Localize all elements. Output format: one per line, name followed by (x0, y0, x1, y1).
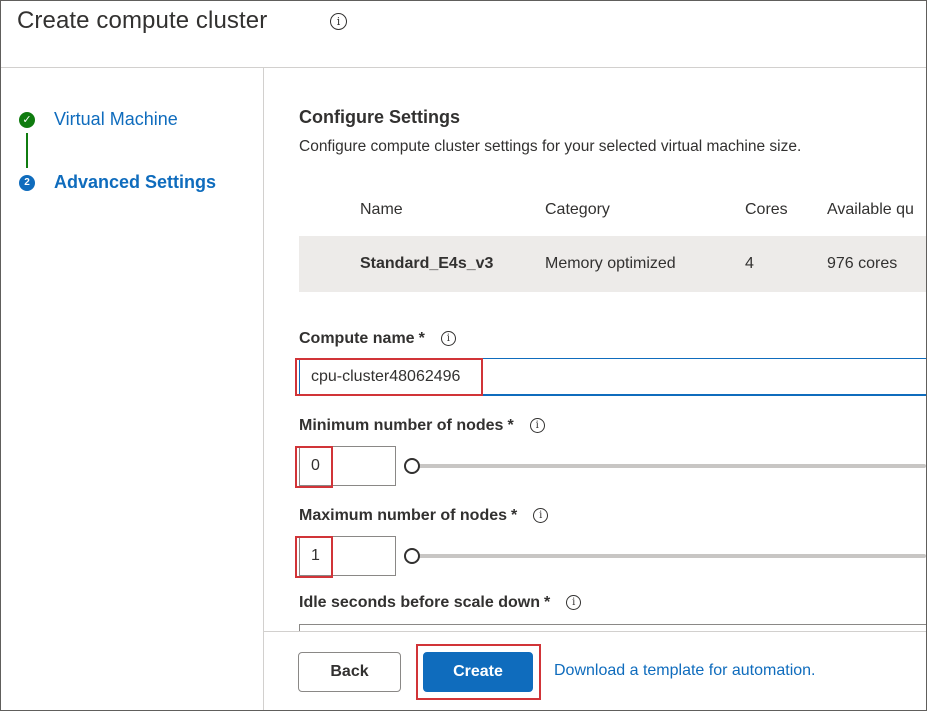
slider-track[interactable] (414, 554, 926, 558)
dialog-frame: Create compute cluster i ✓ Virtual Machi… (0, 0, 927, 711)
back-button[interactable]: Back (298, 652, 401, 692)
field-label-text: Compute name (299, 330, 415, 347)
download-template-link[interactable]: Download a template for automation. (554, 662, 815, 680)
step-label: Advanced Settings (54, 172, 217, 192)
step-number-icon: 2 (19, 174, 35, 191)
compute-name-label: Compute name * i (299, 330, 456, 348)
required-mark: * (418, 330, 425, 347)
section-title: Configure Settings (299, 107, 460, 127)
column-header-cores: Cores (745, 201, 788, 218)
info-icon[interactable]: i (529, 418, 545, 434)
dialog-header: Create compute cluster i (1, 1, 926, 68)
field-label-text: Idle seconds before scale down (299, 594, 540, 611)
vm-size-table: Name Category Cores Available qu Standar… (299, 188, 926, 292)
max-nodes-input[interactable] (299, 536, 396, 576)
info-icon[interactable]: i (533, 508, 549, 524)
table-header-row: Name Category Cores Available qu (299, 188, 926, 232)
table-row[interactable]: Standard_E4s_v3 Memory optimized 4 976 c… (299, 236, 926, 292)
column-header-available-quota: Available qu (827, 201, 914, 218)
cell-vm-cores: 4 (745, 255, 754, 272)
cell-vm-category: Memory optimized (545, 255, 676, 272)
cell-vm-name: Standard_E4s_v3 (360, 255, 494, 272)
slider-track[interactable] (414, 464, 926, 468)
page-title: Create compute cluster (17, 7, 268, 34)
info-icon[interactable]: i (440, 331, 456, 347)
column-header-name: Name (360, 201, 403, 218)
info-icon[interactable]: i (566, 595, 582, 611)
dialog-footer: Back Create Download a template for auto… (264, 631, 926, 710)
slider-thumb[interactable] (404, 548, 420, 564)
required-mark: * (543, 594, 551, 611)
required-mark: * (511, 507, 518, 524)
cell-vm-available-quota: 976 cores (827, 255, 898, 272)
min-nodes-slider[interactable] (404, 456, 926, 476)
min-nodes-label: Minimum number of nodes * i (299, 417, 545, 435)
check-circle-icon: ✓ (19, 111, 35, 128)
step-label: Virtual Machine (54, 109, 178, 129)
step-advanced-settings[interactable]: 2 Advanced Settings (19, 172, 216, 193)
info-icon[interactable]: i (330, 13, 347, 30)
max-nodes-slider[interactable] (404, 546, 926, 566)
step-connector (26, 133, 28, 168)
slider-thumb[interactable] (404, 458, 420, 474)
section-description: Configure compute cluster settings for y… (299, 138, 802, 155)
wizard-stepper: ✓ Virtual Machine 2 Advanced Settings (1, 68, 264, 710)
required-mark: * (507, 417, 514, 434)
field-label-text: Maximum number of nodes (299, 507, 508, 524)
main-content: Configure Settings Configure compute clu… (264, 68, 926, 632)
max-nodes-label: Maximum number of nodes * i (299, 507, 549, 525)
step-virtual-machine[interactable]: ✓ Virtual Machine (19, 109, 178, 130)
min-nodes-input[interactable] (299, 446, 396, 486)
idle-seconds-label: Idle seconds before scale down * i (299, 594, 582, 612)
create-button[interactable]: Create (423, 652, 533, 692)
field-label-text: Minimum number of nodes (299, 417, 504, 434)
compute-name-input[interactable] (299, 358, 926, 396)
column-header-category: Category (545, 201, 610, 218)
